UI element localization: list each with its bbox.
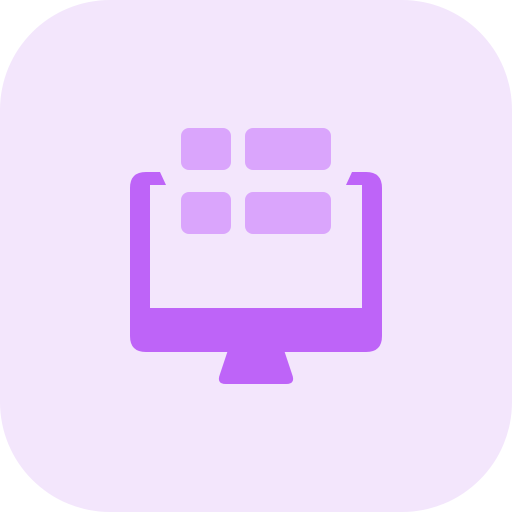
table-cell-top-left (181, 128, 231, 170)
table-cell-bottom-right (245, 192, 331, 234)
table-cell-top-right (245, 128, 331, 170)
icon-background-tile (0, 0, 512, 512)
table-cell-bottom-left (181, 192, 231, 234)
icon-canvas (0, 0, 512, 512)
monitor-table-icon (0, 0, 512, 512)
monitor-stand (218, 350, 294, 384)
